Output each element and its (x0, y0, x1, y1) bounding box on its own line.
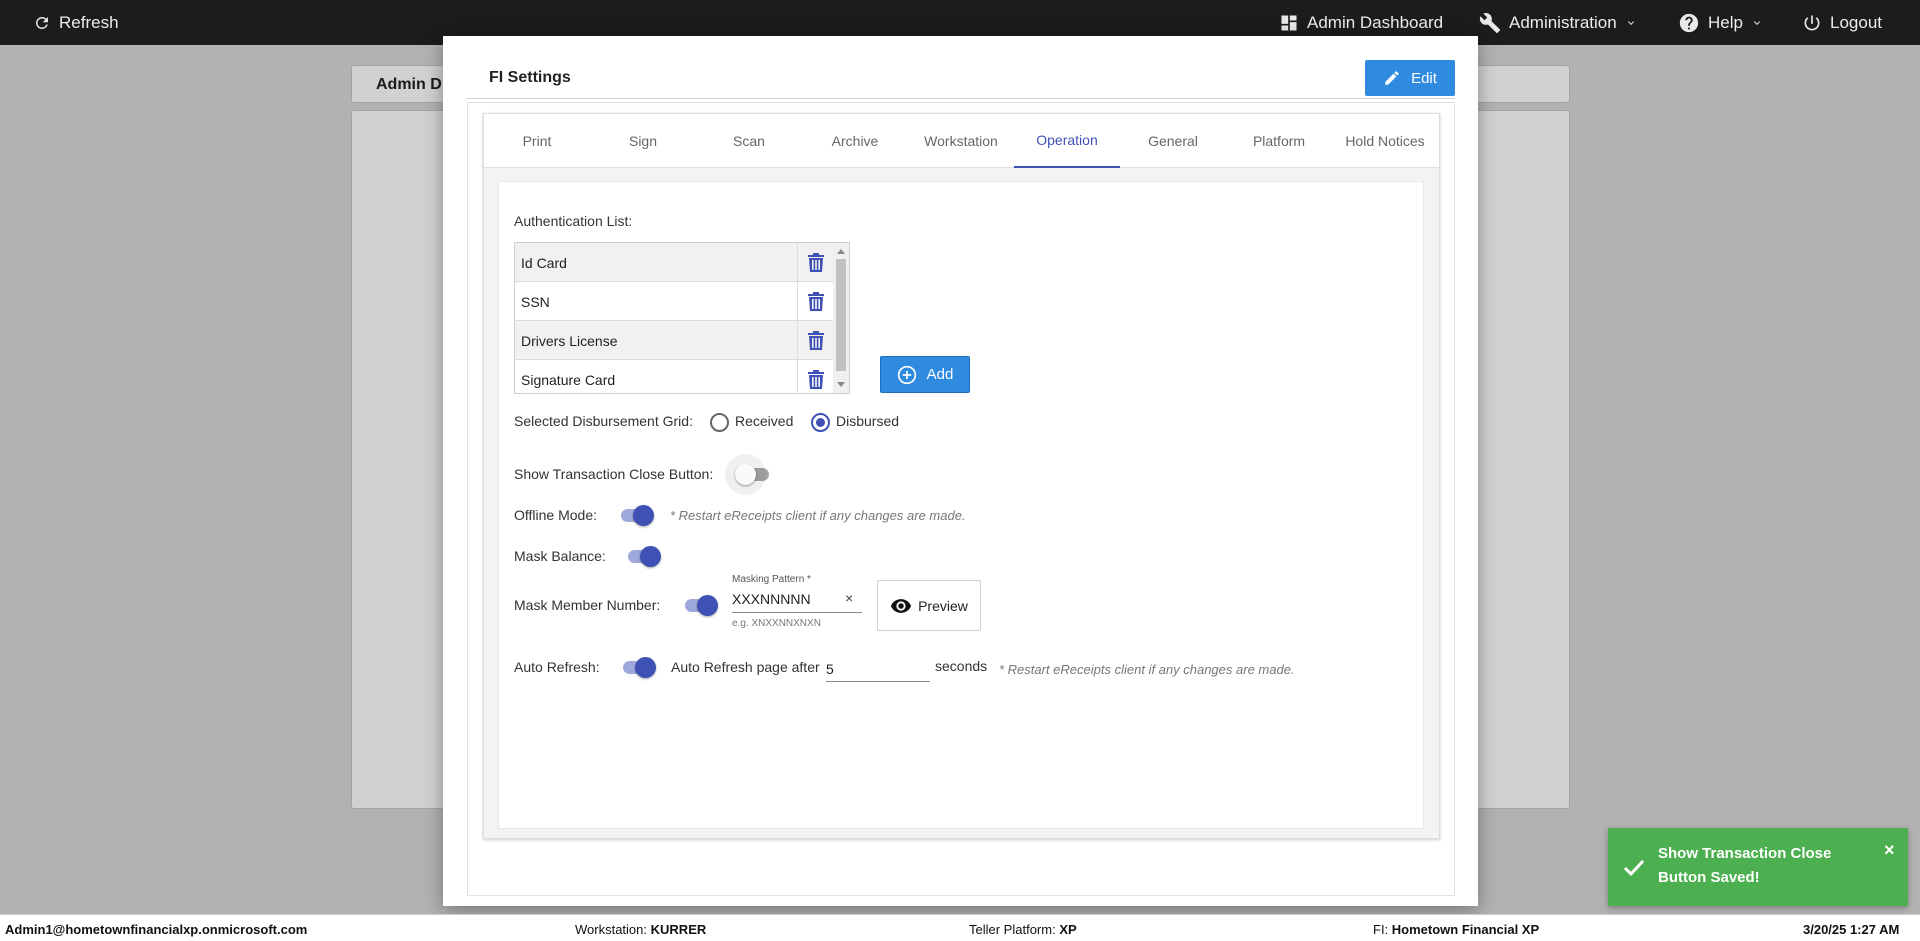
show-close-label: Show Transaction Close Button: (514, 466, 714, 482)
mask-balance-toggle[interactable] (626, 545, 662, 567)
masking-pattern-input[interactable] (732, 588, 840, 610)
administration-menu[interactable]: Administration (1479, 0, 1637, 45)
scroll-down-icon[interactable] (837, 382, 845, 387)
toast-notification: Show Transaction Close Button Saved! × (1608, 828, 1908, 906)
edit-label: Edit (1411, 69, 1437, 87)
list-item[interactable]: SSN (515, 282, 833, 321)
logout-label: Logout (1830, 12, 1882, 32)
masking-pattern-label: Masking Pattern * (732, 574, 811, 585)
help-label: Help (1708, 12, 1743, 32)
status-bar: Admin1@hometownfinancialxp.onmicrosoft.c… (0, 914, 1920, 941)
mask-member-label: Mask Member Number: (514, 597, 661, 613)
tab-platform[interactable]: Platform (1226, 114, 1332, 168)
scroll-up-icon[interactable] (837, 249, 845, 254)
tab-workstation[interactable]: Workstation (908, 114, 1014, 168)
list-item[interactable]: Id Card (515, 243, 833, 282)
preview-label: Preview (918, 597, 968, 614)
auto-refresh-after-label: Auto Refresh page after (671, 659, 820, 675)
restart-note: * Restart eReceipts client if any change… (999, 662, 1295, 677)
wrench-icon (1479, 12, 1501, 33)
settings-card: Print Sign Scan Archive Workstation Oper… (483, 113, 1440, 839)
toast-message: Show Transaction Close Button Saved! (1658, 845, 1832, 886)
status-fi: FI: Hometown Financial XP (1373, 922, 1540, 937)
tab-hold-notices[interactable]: Hold Notices (1332, 114, 1438, 168)
fi-settings-dialog: FI Settings Edit Print Sign Scan Archive… (443, 36, 1478, 906)
disbursed-label: Disbursed (836, 413, 900, 429)
tab-archive[interactable]: Archive (802, 114, 908, 168)
auto-refresh-seconds-input[interactable] (826, 657, 930, 682)
received-radio[interactable] (710, 413, 729, 432)
offline-mode-toggle[interactable] (619, 504, 655, 526)
auth-item-label: Signature Card (521, 371, 616, 388)
delete-button[interactable] (797, 243, 833, 282)
restart-note: * Restart eReceipts client if any change… (670, 508, 966, 523)
scrollbar-thumb[interactable] (836, 259, 846, 371)
received-label: Received (735, 413, 794, 429)
trash-icon (807, 292, 824, 311)
refresh-button[interactable]: Refresh (33, 0, 119, 45)
dialog-title: FI Settings (489, 69, 571, 86)
auth-item-label: Drivers License (521, 332, 618, 349)
administration-label: Administration (1509, 12, 1617, 32)
add-circle-icon (897, 365, 916, 384)
masking-pattern-field: Masking Pattern * × e.g. XNXXNNXNXN (732, 574, 862, 629)
auto-refresh-toggle[interactable] (621, 656, 657, 678)
delete-button[interactable] (797, 360, 833, 393)
mask-balance-label: Mask Balance: (514, 548, 606, 564)
clear-icon[interactable]: × (845, 590, 853, 606)
trash-icon (807, 370, 824, 389)
list-item[interactable]: Signature Card (515, 360, 833, 393)
close-icon[interactable]: × (1884, 840, 1895, 861)
show-close-toggle[interactable] (735, 463, 771, 485)
dashboard-icon (1281, 15, 1297, 30)
chevron-down-icon (1753, 20, 1760, 25)
auth-list-scrollbar[interactable] (833, 243, 849, 393)
auth-list-label: Authentication List: (514, 213, 633, 229)
edit-button[interactable]: Edit (1365, 60, 1455, 96)
list-item[interactable]: Drivers License (515, 321, 833, 360)
trash-icon (807, 253, 824, 272)
delete-button[interactable] (797, 321, 833, 360)
refresh-icon (35, 16, 48, 29)
add-button[interactable]: Add (880, 356, 970, 393)
auto-refresh-label: Auto Refresh: (514, 659, 600, 675)
disbursed-radio[interactable] (811, 413, 830, 432)
help-icon (1679, 13, 1699, 32)
tab-sign[interactable]: Sign (590, 114, 696, 168)
tab-general[interactable]: General (1120, 114, 1226, 168)
status-workstation: Workstation: KURRER (575, 922, 707, 937)
tab-print[interactable]: Print (484, 114, 590, 168)
settings-tabs: Print Sign Scan Archive Workstation Oper… (484, 114, 1439, 168)
pencil-icon (1385, 71, 1399, 85)
auth-item-label: SSN (521, 293, 550, 310)
refresh-label: Refresh (59, 12, 119, 32)
delete-button[interactable] (797, 282, 833, 321)
status-datetime: 3/20/25 1:27 AM (1803, 922, 1900, 937)
auth-list: Id Card SSN Drivers License Signature Ca… (514, 242, 850, 394)
add-label: Add (926, 366, 954, 383)
logout-button[interactable]: Logout (1802, 0, 1882, 45)
preview-button[interactable]: Preview (877, 580, 981, 631)
admin-dashboard-label: Admin Dashboard (1307, 12, 1444, 32)
disbursement-label: Selected Disbursement Grid: (514, 413, 693, 429)
tab-operation[interactable]: Operation (1014, 114, 1120, 168)
chevron-down-icon (1627, 20, 1634, 25)
masking-pattern-hint: e.g. XNXXNNXNXN (732, 618, 821, 629)
status-platform: Teller Platform: XP (969, 922, 1077, 937)
seconds-label: seconds (935, 658, 988, 674)
checkmark-icon (1623, 859, 1645, 877)
status-user: Admin1@hometownfinancialxp.onmicrosoft.c… (5, 922, 308, 937)
trash-icon (807, 331, 824, 350)
input-underline (732, 612, 862, 613)
help-menu[interactable]: Help (1678, 0, 1763, 45)
auth-item-label: Id Card (521, 254, 567, 271)
offline-mode-label: Offline Mode: (514, 507, 598, 523)
power-icon (1804, 15, 1820, 30)
tab-scan[interactable]: Scan (696, 114, 802, 168)
mask-member-toggle[interactable] (683, 594, 719, 616)
eye-icon (891, 598, 912, 613)
dialog-header: FI Settings (467, 56, 1455, 99)
operation-panel: Authentication List: Id Card SSN Drivers… (498, 181, 1424, 829)
